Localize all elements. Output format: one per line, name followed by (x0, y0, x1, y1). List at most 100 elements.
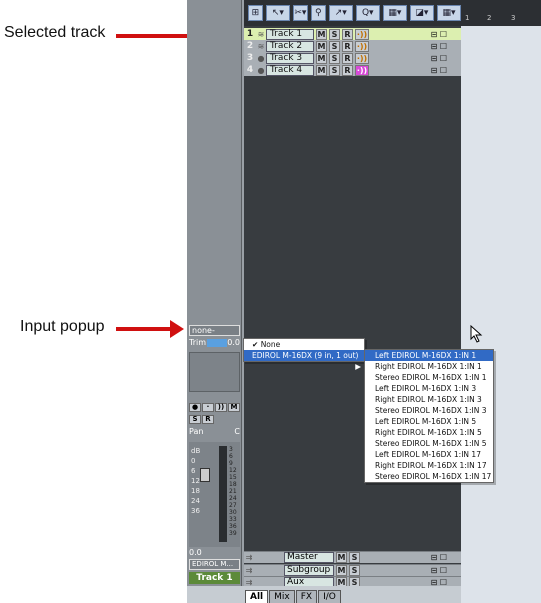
solo-button[interactable]: S (329, 28, 340, 40)
left-scale-tick: 12 (191, 477, 200, 485)
input-monitor-button[interactable]: ·)) (355, 64, 369, 76)
submenu-item[interactable]: Stereo EDIROL M-16DX 1:IN 1 (365, 372, 493, 383)
bus-name[interactable]: Subgroup (284, 565, 334, 576)
grid-options-button[interactable]: ▦▾ (436, 5, 461, 21)
submenu-item[interactable]: Stereo EDIROL M-16DX 1:IN 17 (365, 471, 493, 482)
trim-control[interactable]: Trim 0.0 (189, 338, 240, 348)
track-row-3[interactable]: 3 ● Track 3 M S R ·)) ⊟ ☐ (244, 52, 461, 64)
input-monitor-button[interactable]: ·)) (355, 28, 369, 40)
strip-mute-button[interactable]: M (228, 403, 240, 412)
scale-tick: 33 (229, 516, 237, 523)
tab-fx[interactable]: FX (295, 590, 318, 603)
solo-button[interactable]: S (329, 52, 340, 64)
scale-tick: 24 (229, 495, 237, 502)
scale-tick: 27 (229, 502, 237, 509)
track-row-2[interactable]: 2 ≋ Track 2 M S R ·)) ⊟ ☐ (244, 40, 461, 52)
waveform-icon: ≋ (257, 41, 265, 51)
solo-button[interactable]: S (329, 40, 340, 52)
insert-effects-box[interactable] (189, 352, 240, 392)
input-monitor-button[interactable]: ·)) (355, 52, 369, 64)
submenu-item[interactable]: Stereo EDIROL M-16DX 1:IN 3 (365, 405, 493, 416)
left-scale-tick: 18 (191, 487, 200, 495)
output-selector[interactable]: EDIROL M... (189, 559, 240, 570)
track-controls-button[interactable]: ◪▾ (409, 5, 434, 21)
record-button[interactable]: R (342, 40, 353, 52)
track-name-field[interactable]: Track 2 (266, 40, 314, 52)
submenu-item[interactable]: Left EDIROL M-16DX 1:IN 17 (365, 449, 493, 460)
track-view-options-button[interactable]: ▦▾ (382, 5, 407, 21)
submenu-item[interactable]: Left EDIROL M-16DX 1:IN 1 (365, 350, 493, 361)
submenu-item[interactable]: Right EDIROL M-16DX 1:IN 3 (365, 394, 493, 405)
track-lock-icon[interactable]: ⊟ ☐ (431, 30, 447, 39)
menu-item-device[interactable]: EDIROL M-16DX (9 in, 1 out) ▶ (244, 350, 364, 371)
mute-button[interactable]: M (316, 64, 327, 76)
submenu-item[interactable]: Right EDIROL M-16DX 1:IN 1 (365, 361, 493, 372)
input-monitor-icon[interactable]: )) (215, 403, 227, 412)
record-button[interactable]: R (342, 28, 353, 40)
tab-mix[interactable]: Mix (269, 590, 295, 603)
menu-item-none[interactable]: ✔ None (244, 339, 364, 350)
record-button[interactable]: R (342, 64, 353, 76)
track-lock-icon[interactable]: ⊟ ☐ (431, 42, 447, 51)
track-number: 4 (246, 65, 254, 75)
scale-tick: 18 (229, 481, 237, 488)
input-popup-menu: ✔ None EDIROL M-16DX (9 in, 1 out) ▶ (243, 338, 365, 371)
bus-row-master[interactable]: ⇉ Master M S ⊟ ☐ (244, 551, 461, 563)
scale-tick: 36 (229, 523, 237, 530)
mute-button[interactable]: M (316, 40, 327, 52)
move-tool-button[interactable]: ↗▾ (328, 5, 353, 21)
strip-msr-buttons: ● · )) M S R (189, 403, 240, 425)
scale-tick: 12 (229, 467, 237, 474)
bus-row-subgroup[interactable]: ⇉ Subgroup M S ⊟ ☐ (244, 564, 461, 576)
submenu-item[interactable]: Right EDIROL M-16DX 1:IN 17 (365, 460, 493, 471)
bus-name[interactable]: Master (284, 552, 334, 563)
track-tools-button[interactable]: ⊞ (248, 5, 263, 21)
timeline-ruler[interactable]: 1 2 3 (461, 0, 541, 26)
smart-tool-button[interactable]: ↖▾ (265, 5, 290, 21)
track-row-1[interactable]: 1 ≋ Track 1 M S R ·)) ⊟ ☐ (244, 28, 461, 40)
submenu-item[interactable]: Left EDIROL M-16DX 1:IN 5 (365, 416, 493, 427)
submenu-item[interactable]: Right EDIROL M-16DX 1:IN 5 (365, 427, 493, 438)
bus-lock-icon[interactable]: ⊟ ☐ (431, 553, 447, 562)
scale-tick: 15 (229, 474, 237, 481)
track-view[interactable] (244, 0, 461, 603)
solo-button[interactable]: S (329, 64, 340, 76)
clips-pane[interactable] (461, 0, 541, 603)
solo-button[interactable]: S (349, 565, 360, 576)
volume-fader-area: dB 0 6 12 18 24 36 3 6 9 12 15 18 21 24 … (189, 442, 240, 547)
zoom-tool-button[interactable]: Q▾ (355, 5, 380, 21)
submenu-item[interactable]: Stereo EDIROL M-16DX 1:IN 5 (365, 438, 493, 449)
submenu-item[interactable]: Left EDIROL M-16DX 1:IN 3 (365, 383, 493, 394)
track-name-field[interactable]: Track 3 (266, 52, 314, 64)
strip-solo-button[interactable]: S (189, 414, 201, 424)
track-lock-icon[interactable]: ⊟ ☐ (431, 66, 447, 75)
volume-fader-cap[interactable] (200, 468, 210, 482)
tab-all[interactable]: All (245, 590, 269, 603)
record-arm-icon[interactable]: ● (189, 403, 201, 412)
pan-control[interactable]: Pan C (189, 427, 240, 437)
mute-button[interactable]: M (316, 28, 327, 40)
submenu-arrow-icon: ▶ (355, 362, 361, 371)
strip-track-name[interactable]: Track 1 (189, 572, 240, 584)
strip-record-button[interactable]: R (202, 414, 214, 424)
input-monitor-button[interactable]: ·)) (355, 40, 369, 52)
tab-io[interactable]: I/O (318, 590, 341, 603)
track-lock-icon[interactable]: ⊟ ☐ (431, 54, 447, 63)
mute-button[interactable]: M (336, 552, 347, 563)
track-row-4[interactable]: 4 ● Track 4 M S R ·)) ⊟ ☐ (244, 64, 461, 76)
trim-slider[interactable] (206, 339, 227, 347)
mute-button[interactable]: M (336, 565, 347, 576)
input-echo-icon[interactable]: · (202, 403, 214, 412)
pan-label: Pan (189, 427, 204, 436)
screenshot-stage: Selected track Input popup none- Trim 0.… (0, 0, 541, 603)
solo-button[interactable]: S (349, 552, 360, 563)
fader-left-scale: dB 0 6 12 18 24 36 (191, 446, 200, 516)
mute-button[interactable]: M (316, 52, 327, 64)
track-name-field[interactable]: Track 4 (266, 64, 314, 76)
track-name-field[interactable]: Track 1 (266, 28, 314, 40)
mute-tool-button[interactable]: ⚲ (310, 5, 326, 21)
input-selector[interactable]: none- (189, 325, 240, 336)
bus-lock-icon[interactable]: ⊟ ☐ (431, 566, 447, 575)
record-button[interactable]: R (342, 52, 353, 64)
split-tool-button[interactable]: ✂▾ (292, 5, 308, 21)
